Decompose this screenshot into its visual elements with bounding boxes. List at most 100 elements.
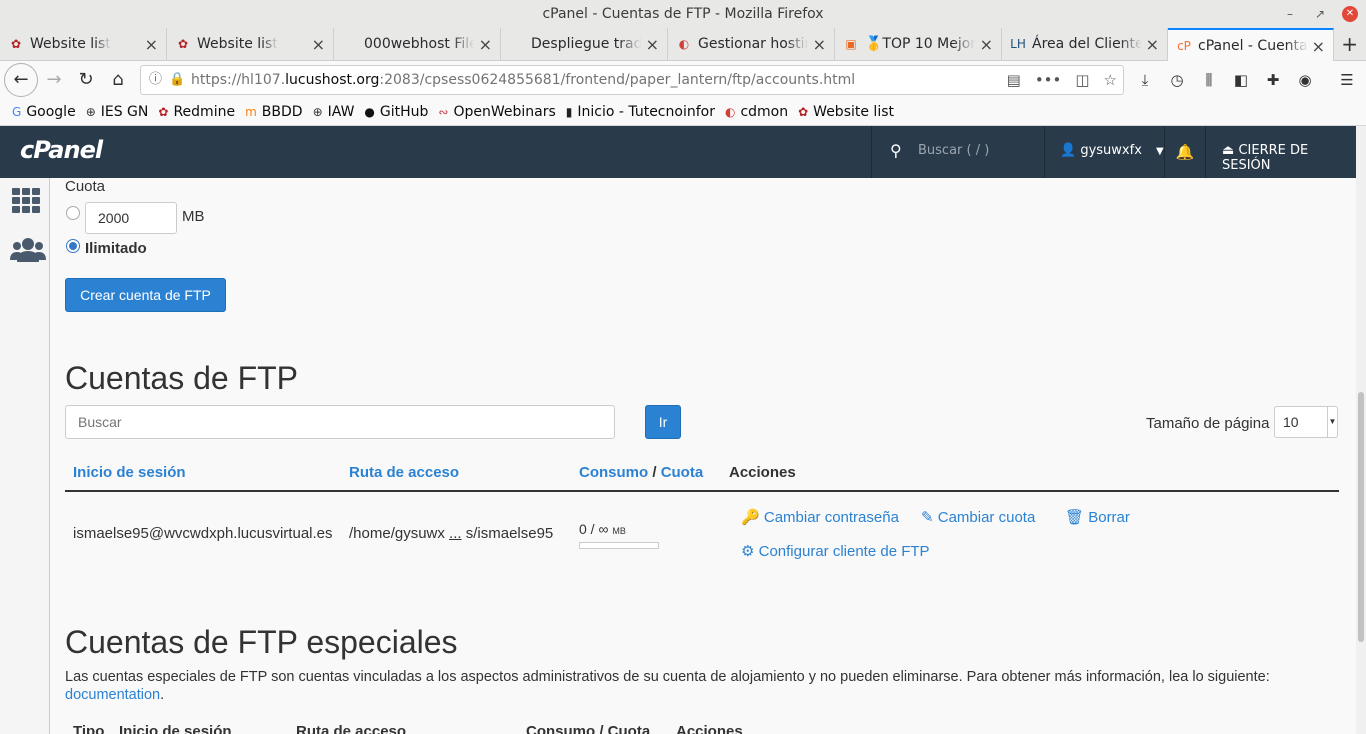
special-ftp-heading: Cuentas de FTP especiales — [65, 624, 458, 660]
url-host: lucushost.org — [285, 72, 380, 88]
quota-unlimited-radio[interactable] — [66, 239, 80, 253]
home-button[interactable]: ⌂ — [104, 66, 132, 94]
pocket-icon[interactable]: ◫ — [1075, 66, 1089, 94]
browser-tab[interactable]: 000webhost File M × — [334, 28, 501, 61]
bookmark-item[interactable]: ✿ Redmine — [158, 104, 235, 120]
table-header-divider — [65, 490, 1339, 492]
browser-tab[interactable]: ✿ Website list × — [0, 28, 167, 61]
logout-button[interactable]: ⏏ CIERRE DE SESIÓN — [1222, 143, 1356, 173]
column-quota-sort[interactable]: Cuota — [661, 464, 704, 481]
change-password-link[interactable]: 🔑 Cambiar contraseña — [741, 508, 899, 526]
close-tab-icon[interactable]: × — [980, 28, 993, 61]
menu-icon[interactable]: ☰ — [1336, 67, 1358, 93]
scrollbar-thumb[interactable] — [1358, 392, 1364, 642]
redmine-icon: ✿ — [177, 37, 189, 51]
change-quota-label: Cambiar cuota — [937, 509, 1036, 526]
change-quota-link[interactable]: ✎ Cambiar cuota — [921, 508, 1035, 526]
column-usage: Consumo / Cuota — [579, 464, 703, 481]
quota-unit: MB — [182, 208, 205, 225]
bookmark-item[interactable]: ⊕ IAW — [313, 104, 355, 120]
back-button[interactable]: ← — [4, 63, 38, 97]
close-tab-icon[interactable]: × — [1146, 28, 1159, 61]
account-icon[interactable]: ◉ — [1294, 67, 1316, 93]
bookmark-item[interactable]: ▮ Inicio - Tutecnoinfor — [566, 104, 715, 120]
browser-tab[interactable]: ▣ 🥇TOP 10 Mejor × — [835, 28, 1002, 61]
bookmark-star-icon[interactable]: ☆ — [1104, 66, 1117, 94]
users-icon[interactable] — [10, 236, 46, 266]
window-title: cPanel - Cuentas de FTP - Mozilla Firefo… — [542, 6, 824, 22]
minimize-icon[interactable]: – — [1282, 6, 1298, 22]
window-controls: – ↗ ✕ — [1282, 6, 1358, 22]
create-ftp-account-button[interactable]: Crear cuenta de FTP — [65, 278, 226, 312]
close-window-icon[interactable]: ✕ — [1342, 6, 1358, 22]
page-scrollbar[interactable] — [1356, 126, 1366, 734]
close-tab-icon[interactable]: × — [1312, 30, 1325, 61]
browser-tab[interactable]: Despliegue tradicio × — [501, 28, 668, 61]
reload-button[interactable]: ↻ — [72, 66, 100, 94]
library-icon[interactable]: ⫼ — [1198, 67, 1220, 93]
column-usage-sort[interactable]: Consumo — [579, 464, 648, 481]
bookmark-item[interactable]: ∾ OpenWebinars — [438, 104, 555, 120]
close-tab-icon[interactable]: × — [479, 28, 492, 61]
quota-limited-radio[interactable] — [66, 206, 80, 220]
special-column-actions: Acciones — [676, 723, 743, 734]
cpanel-search[interactable]: ⚲ Buscar ( / ) — [871, 126, 1045, 178]
main-content: Cuota MB Ilimitado Crear cuenta de FTP C… — [51, 178, 1356, 734]
new-tab-button[interactable]: + — [1341, 28, 1358, 61]
bookmark-label: Redmine — [173, 104, 236, 120]
cpanel-sidebar — [0, 178, 50, 734]
column-login[interactable]: Inicio de sesión — [73, 464, 186, 481]
site-info-icon[interactable]: ⓘ — [149, 66, 162, 94]
cpanel-search-placeholder: Buscar ( / ) — [918, 143, 990, 158]
usage-progress-bar — [579, 542, 659, 549]
tab-label: 000webhost File M — [364, 36, 474, 52]
reader-view-icon[interactable]: ▤ — [1007, 66, 1021, 94]
maximize-icon[interactable]: ↗ — [1312, 6, 1328, 22]
quota-input[interactable] — [85, 202, 177, 234]
row-usage-value: 0 / ∞ — [579, 521, 609, 537]
bookmark-label: BBDD — [261, 104, 303, 120]
close-tab-icon[interactable]: × — [312, 28, 325, 61]
url-bar[interactable]: ⓘ 🔒 https://hl107.lucushost.org:2083/cps… — [140, 65, 1124, 95]
column-path[interactable]: Ruta de acceso — [349, 464, 459, 481]
browser-tab[interactable]: cP cPanel - Cuentas × — [1168, 28, 1334, 61]
lock-icon[interactable]: 🔒 — [169, 66, 185, 94]
user-menu[interactable]: 👤 gysuwxfx ▼ — [1060, 143, 1164, 158]
reload-icon: ↻ — [78, 69, 94, 90]
bookmark-item[interactable]: ● GitHub — [364, 104, 428, 120]
bookmark-item[interactable]: G Google — [12, 104, 76, 120]
forward-button[interactable]: → — [40, 66, 68, 94]
page-actions-icon[interactable]: ••• — [1035, 66, 1062, 94]
gear-icon: ⚙ — [741, 543, 755, 560]
grid-icon[interactable] — [10, 186, 42, 216]
page-size-select[interactable]: 10 ▼ — [1274, 406, 1338, 438]
delete-link[interactable]: 🗑 Borrar — [1065, 508, 1130, 526]
close-tab-icon[interactable]: × — [646, 28, 659, 61]
notifications-button[interactable]: 🔔 — [1164, 126, 1206, 178]
bookmark-label: IES GN — [100, 104, 149, 120]
close-tab-icon[interactable]: × — [813, 28, 826, 61]
browser-tab[interactable]: ◐ Gestionar hostin × — [668, 28, 835, 61]
browser-tab[interactable]: ✿ Website list × — [167, 28, 334, 61]
bookmark-item[interactable]: ⊕ IES GN — [86, 104, 149, 120]
browser-tab[interactable]: LH Área del Cliente × — [1002, 28, 1168, 61]
history-icon[interactable]: ◷ — [1166, 67, 1188, 93]
search-go-button[interactable]: Ir — [645, 405, 681, 439]
cpanel-logo[interactable]: cPanel — [20, 136, 103, 164]
bookmark-item[interactable]: ◐ cdmon — [725, 104, 788, 120]
tab-bar: + ✿ Website list × ✿ Website list × 000webhost… — [0, 28, 1366, 61]
close-tab-icon[interactable]: × — [145, 28, 158, 61]
bookmark-item[interactable]: m BBDD — [245, 104, 302, 120]
url-actions: ▤ ••• ◫ ☆ — [1007, 66, 1117, 94]
configure-client-link[interactable]: ⚙ Configurar cliente de FTP — [741, 542, 930, 560]
row-path-expand[interactable]: ... — [449, 525, 462, 542]
ftp-search-input[interactable] — [65, 405, 615, 439]
special-column-usage-quota: Consumo / Cuota — [526, 723, 651, 734]
select-caret-icon: ▼ — [1327, 407, 1337, 437]
sidebar-icon[interactable]: ◧ — [1230, 67, 1252, 93]
extensions-icon[interactable]: ✚ — [1262, 67, 1284, 93]
unlimited-label: Ilimitado — [85, 240, 147, 257]
downloads-icon[interactable]: ⤓ — [1134, 67, 1156, 93]
bookmark-item[interactable]: ✿ Website list — [798, 104, 894, 120]
documentation-link[interactable]: documentation — [65, 687, 160, 703]
